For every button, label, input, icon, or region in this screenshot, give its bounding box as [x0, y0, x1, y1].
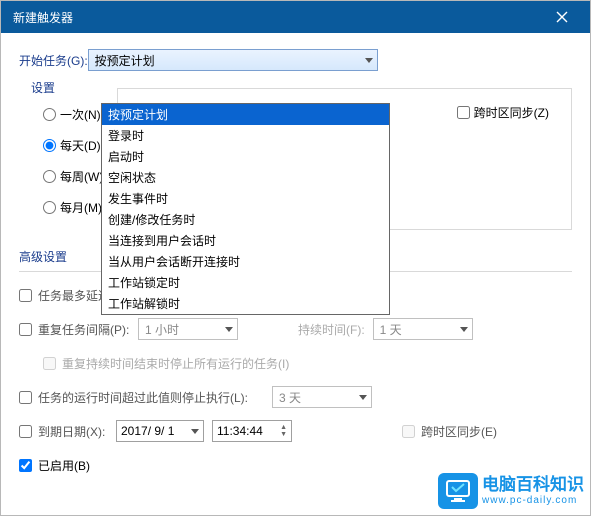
radio-weekly-label: 每周(W): [60, 168, 103, 185]
radio-once[interactable]: 一次(N): [43, 106, 103, 123]
repeat-row: 重复任务间隔(P): 1 小时 持续时间(F): 1 天: [19, 318, 572, 340]
close-button[interactable]: [542, 1, 582, 33]
radio-weekly[interactable]: 每周(W): [43, 168, 103, 185]
stop-if-over-select[interactable]: 3 天: [272, 386, 372, 408]
expire-date-input[interactable]: 2017/ 9/ 1: [116, 420, 204, 442]
radio-monthly-input[interactable]: [43, 201, 56, 214]
expire-row: 到期日期(X): 2017/ 9/ 1 11:34:44 ▲▼ 跨时区同步(E): [19, 420, 572, 442]
chevron-down-icon: [365, 58, 373, 63]
stop-after-repeat-label: 重复持续时间结束时停止所有运行的任务(I): [62, 355, 289, 372]
close-icon: [556, 11, 568, 23]
repeat-value: 1 小时: [145, 321, 179, 338]
stop-if-over-row: 任务的运行时间超过此值则停止执行(L): 3 天: [19, 386, 572, 408]
watermark-logo-icon: [438, 473, 478, 509]
stop-if-over-value: 3 天: [279, 389, 301, 406]
dropdown-item[interactable]: 创建/修改任务时: [102, 209, 389, 230]
dropdown-item[interactable]: 登录时: [102, 125, 389, 146]
expire-date-value: 2017/ 9/ 1: [121, 424, 174, 438]
radio-monthly[interactable]: 每月(M): [43, 199, 103, 216]
dropdown-item[interactable]: 当从用户会话断开连接时: [102, 251, 389, 272]
tz-sync-checkbox[interactable]: 跨时区同步(Z): [457, 104, 549, 121]
repeat-checkbox[interactable]: [19, 323, 32, 336]
enabled-label: 已启用(B): [38, 457, 248, 474]
radio-weekly-input[interactable]: [43, 170, 56, 183]
dropdown-item[interactable]: 空闲状态: [102, 167, 389, 188]
tz-sync-label: 跨时区同步(Z): [474, 104, 549, 121]
start-task-row: 开始任务(G): 按预定计划: [19, 49, 572, 71]
stop-if-over-checkbox[interactable]: [19, 391, 32, 404]
expire-tz-checkbox: [402, 425, 415, 438]
stop-after-repeat-row: 重复持续时间结束时停止所有运行的任务(I): [43, 352, 572, 374]
dropdown-item[interactable]: 工作站解锁时: [102, 293, 389, 314]
schedule-radio-group: 一次(N) 每天(D) 每周(W) 每月(M): [43, 106, 103, 230]
chevron-down-icon: [191, 429, 199, 434]
radio-once-label: 一次(N): [60, 106, 101, 123]
watermark-zh: 电脑百科知识: [482, 476, 584, 495]
stop-after-repeat-checkbox: [43, 357, 56, 370]
expire-time-input[interactable]: 11:34:44 ▲▼: [212, 420, 292, 442]
dropdown-item[interactable]: 当连接到用户会话时: [102, 230, 389, 251]
spin-down-icon: ▼: [280, 431, 287, 438]
titlebar: 新建触发器: [1, 1, 590, 33]
spin-up-icon: ▲: [280, 424, 287, 431]
chevron-down-icon: [225, 327, 233, 332]
watermark-en: www.pc-daily.com: [482, 495, 584, 506]
dialog-content: 开始任务(G): 按预定计划 设置 一次(N) 每天(D) 每周(W) 每月(M…: [1, 33, 590, 476]
chevron-down-icon: [460, 327, 468, 332]
dropdown-item[interactable]: 启动时: [102, 146, 389, 167]
radio-daily[interactable]: 每天(D): [43, 137, 103, 154]
expire-tz-label: 跨时区同步(E): [421, 423, 497, 440]
repeat-select[interactable]: 1 小时: [138, 318, 238, 340]
dropdown-item[interactable]: 工作站锁定时: [102, 272, 389, 293]
tz-sync-input[interactable]: [457, 106, 470, 119]
expire-checkbox[interactable]: [19, 425, 32, 438]
expire-time-value: 11:34:44: [217, 424, 263, 438]
watermark: 电脑百科知识 www.pc-daily.com: [438, 473, 584, 509]
duration-label: 持续时间(F):: [298, 321, 365, 338]
time-spinner[interactable]: ▲▼: [280, 424, 287, 438]
start-task-dropdown[interactable]: 按预定计划登录时启动时空闲状态发生事件时创建/修改任务时当连接到用户会话时当从用…: [101, 103, 390, 315]
duration-value: 1 天: [380, 321, 402, 338]
start-task-label: 开始任务(G):: [19, 52, 88, 69]
dialog-window: 新建触发器 开始任务(G): 按预定计划 设置 一次(N) 每天(D) 每周(W…: [0, 0, 591, 516]
enabled-checkbox[interactable]: [19, 459, 32, 472]
radio-monthly-label: 每月(M): [60, 199, 102, 216]
repeat-label: 重复任务间隔(P):: [38, 321, 138, 338]
stop-if-over-label: 任务的运行时间超过此值则停止执行(L):: [38, 389, 272, 406]
dropdown-item[interactable]: 按预定计划: [102, 104, 389, 125]
radio-daily-input[interactable]: [43, 139, 56, 152]
dropdown-item[interactable]: 发生事件时: [102, 188, 389, 209]
window-title: 新建触发器: [13, 9, 73, 26]
expire-label: 到期日期(X):: [38, 423, 116, 440]
radio-once-input[interactable]: [43, 108, 56, 121]
duration-select[interactable]: 1 天: [373, 318, 473, 340]
start-task-combo[interactable]: 按预定计划: [88, 49, 378, 71]
combo-value: 按预定计划: [95, 52, 155, 69]
chevron-down-icon: [359, 395, 367, 400]
delay-checkbox[interactable]: [19, 289, 32, 302]
radio-daily-label: 每天(D): [60, 137, 101, 154]
watermark-text: 电脑百科知识 www.pc-daily.com: [482, 476, 584, 506]
